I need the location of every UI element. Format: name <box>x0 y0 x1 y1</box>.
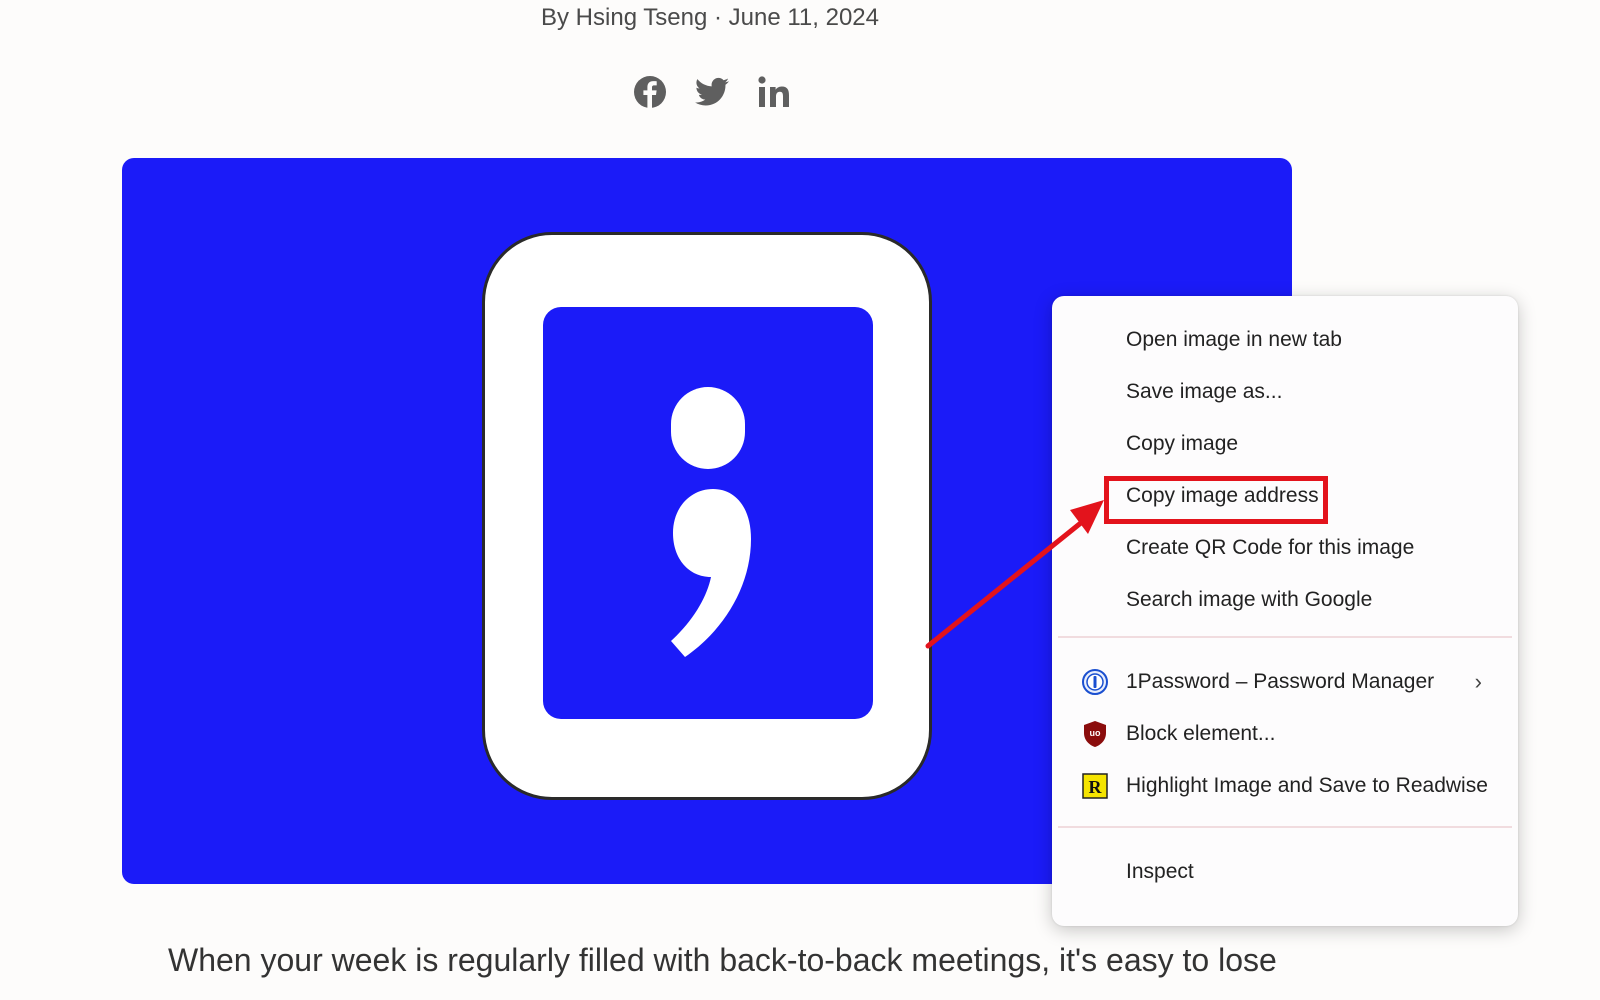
menu-item-label: Save image as... <box>1126 380 1283 403</box>
linkedin-icon[interactable] <box>754 72 794 112</box>
context-menu: Open image in new tab Save image as... C… <box>1052 296 1518 926</box>
menu-item-create-qr-code[interactable]: Create QR Code for this image <box>1052 522 1518 574</box>
annotation-highlight-box <box>1104 476 1328 524</box>
svg-text:R: R <box>1089 777 1103 797</box>
twitter-icon[interactable] <box>692 72 732 112</box>
page: By Hsing Tseng · June 11, 2024 When your… <box>0 0 1600 1000</box>
chevron-right-icon: › <box>1474 669 1482 694</box>
article-byline: By Hsing Tseng · June 11, 2024 <box>541 4 879 31</box>
menu-item-label: Block element... <box>1126 722 1276 745</box>
semicolon-icon <box>671 387 751 657</box>
readwise-icon: R <box>1082 773 1108 799</box>
menu-item-label: Highlight Image and Save to Readwise <box>1126 774 1488 797</box>
menu-separator <box>1058 826 1512 828</box>
logo-inner <box>543 307 873 719</box>
menu-item-block-element[interactable]: uo Block element... <box>1052 708 1518 760</box>
menu-item-label: Search image with Google <box>1126 588 1373 611</box>
1password-icon <box>1082 669 1108 695</box>
article-body-text: When your week is regularly filled with … <box>168 942 1277 978</box>
menu-item-1password[interactable]: 1Password – Password Manager › <box>1052 656 1518 708</box>
facebook-icon[interactable] <box>630 72 670 112</box>
menu-item-inspect[interactable]: Inspect <box>1052 846 1518 898</box>
menu-separator <box>1058 636 1512 638</box>
share-bar <box>630 72 794 112</box>
menu-item-label: Inspect <box>1126 860 1194 883</box>
menu-item-readwise[interactable]: R Highlight Image and Save to Readwise <box>1052 760 1518 812</box>
menu-item-label: Open image in new tab <box>1126 328 1342 351</box>
menu-item-label: Copy image <box>1126 432 1239 455</box>
menu-item-label: Create QR Code for this image <box>1126 536 1415 559</box>
logo-frame <box>482 232 932 800</box>
menu-item-label: 1Password – Password Manager <box>1126 670 1435 693</box>
menu-item-search-image-google[interactable]: Search image with Google <box>1052 574 1518 626</box>
svg-text:uo: uo <box>1090 728 1101 738</box>
menu-item-copy-image[interactable]: Copy image <box>1052 418 1518 470</box>
ublock-icon: uo <box>1082 721 1108 747</box>
menu-item-open-image-new-tab[interactable]: Open image in new tab <box>1052 314 1518 366</box>
menu-item-save-image-as[interactable]: Save image as... <box>1052 366 1518 418</box>
